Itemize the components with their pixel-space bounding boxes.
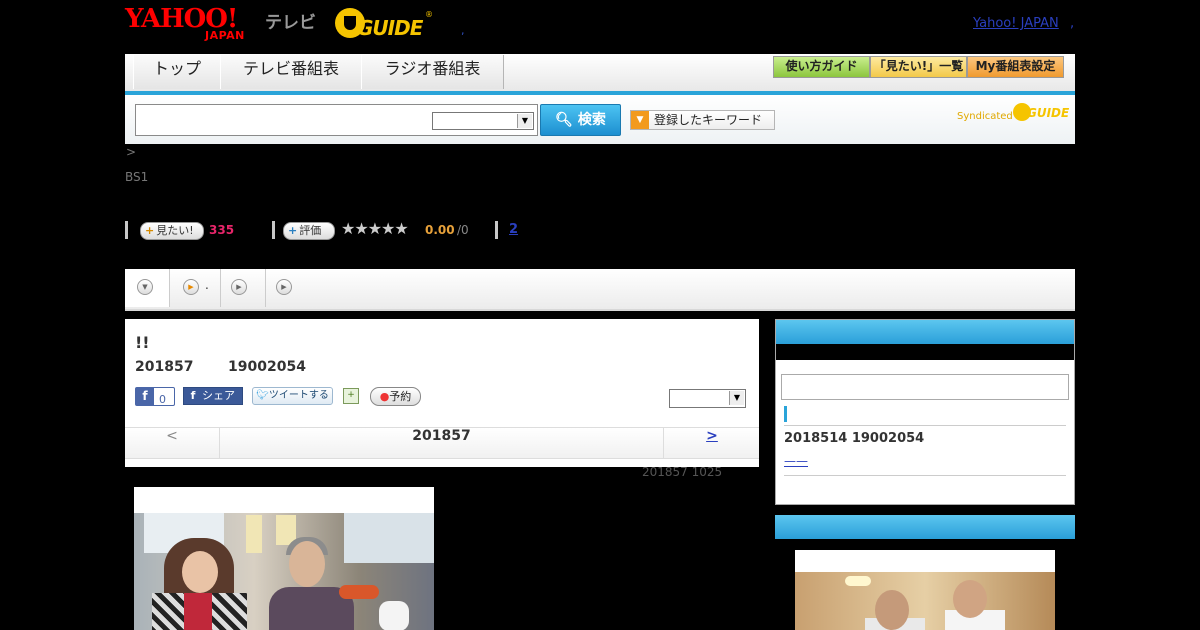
tweet-button-label: ツイートする	[268, 390, 329, 401]
tweet-button[interactable]: 🐦︎ツイートする	[252, 387, 333, 405]
tab-tv-listings[interactable]: テレビ番組表	[220, 55, 362, 89]
facebook-like-button[interactable]: f0	[135, 387, 175, 406]
divider	[784, 475, 1066, 476]
current-date: 201857	[412, 428, 471, 444]
plus-icon: +	[288, 224, 298, 237]
sidebar-input[interactable]	[781, 374, 1069, 400]
plus-icon: +	[145, 224, 155, 237]
breadcrumb[interactable]: >	[126, 145, 136, 159]
search-button-label: 検索	[577, 112, 606, 128]
channel-name: BS1	[125, 170, 149, 184]
next-day-button[interactable]: >	[663, 428, 760, 458]
play-icon: ▶	[183, 279, 199, 295]
updated-timestamp: 201857 1025	[642, 465, 723, 479]
facebook-share-button[interactable]: f シェア	[183, 387, 243, 405]
tv-label: テレビ	[265, 13, 316, 33]
star-rating-icon: ★★★★★	[341, 219, 409, 238]
date-navigation: < 201857 >	[125, 427, 759, 459]
panel-select[interactable]: ▼	[669, 389, 746, 408]
want-list-button[interactable]: 「見たい!」一覧	[870, 56, 967, 78]
program-tabstrip: ▼ ▶ ▶ ▶	[125, 269, 1075, 311]
program-date: 201857	[135, 359, 194, 375]
rating-count: /0	[457, 223, 469, 237]
play-icon: ▶	[231, 279, 247, 295]
program-time: 19002054	[228, 359, 306, 375]
facebook-icon: f	[190, 389, 196, 402]
gguide-logo[interactable]: GUIDE ®	[335, 8, 433, 40]
sidebar-header	[775, 515, 1075, 539]
thumbs-up-icon: f	[136, 388, 154, 405]
tab-second-label: .	[205, 278, 209, 292]
chevron-down-icon: ▼	[729, 391, 744, 405]
program-detail-panel: !! 201857 19002054 f0 f シェア 🐦︎ツイートする + ●予…	[125, 319, 759, 467]
related-programs-box: 2018514 19002054 ——	[775, 319, 1075, 505]
yahoo-japan-link[interactable]: Yahoo! JAPAN	[973, 16, 1059, 31]
search-icon: 🔍︎	[555, 112, 573, 128]
reserve-button-label: 予約	[389, 390, 412, 403]
japan-logo-text: JAPAN	[205, 29, 245, 42]
program-image-box	[134, 487, 434, 630]
syndicated-logo-text: GUIDE	[1027, 106, 1070, 120]
registered-mark: ®	[425, 10, 433, 19]
triangle-down-icon: ▼	[631, 111, 649, 129]
record-dot-icon: ●	[379, 390, 390, 403]
section-marker	[784, 406, 787, 422]
twitter-bird-icon: 🐦︎	[256, 390, 269, 401]
gguide-logo-text: GUIDE	[357, 16, 423, 40]
tab-second[interactable]: ▶	[170, 269, 221, 307]
search-area: ▼ 🔍︎ 検索 ▼ 登録したキーワード Syndicated GUIDE	[125, 95, 1075, 144]
sidebar-header	[776, 320, 1074, 344]
tab-fourth[interactable]: ▶	[266, 269, 310, 307]
tab-program-info[interactable]: ▼	[125, 269, 170, 307]
usage-guide-button[interactable]: 使い方ガイド	[773, 56, 870, 78]
header-dot: ,	[461, 24, 465, 37]
play-icon: ▶	[276, 279, 292, 295]
rating-score: 0.00	[425, 223, 455, 237]
search-button[interactable]: 🔍︎ 検索	[540, 104, 621, 136]
feature-photo[interactable]	[795, 550, 1055, 630]
review-count-link[interactable]: 2	[509, 222, 518, 237]
triangle-down-icon: ▼	[137, 279, 153, 295]
genre-select[interactable]: ▼	[432, 112, 534, 130]
global-nav: トップ テレビ番組表 ラジオ番組表 使い方ガイド 「見たい!」一覧 My番組表設…	[125, 54, 1075, 144]
tab-third[interactable]: ▶	[221, 269, 266, 307]
divider	[495, 221, 498, 239]
want-count: 335	[209, 223, 235, 237]
sidebar-feature-box	[775, 515, 1075, 630]
divider	[272, 221, 275, 239]
tab-radio-listings[interactable]: ラジオ番組表	[361, 55, 504, 89]
related-program-link[interactable]: ——	[784, 454, 808, 468]
program-photo	[134, 513, 434, 630]
header-comma: ,	[1070, 16, 1075, 31]
previous-day-button[interactable]: <	[125, 428, 220, 458]
program-title: !!	[135, 333, 150, 352]
facebook-like-count: 0	[159, 393, 166, 406]
registered-keywords-button[interactable]: ▼ 登録したキーワード	[630, 110, 775, 130]
syndicated-label: Syndicated	[957, 111, 1013, 122]
divider	[784, 425, 1066, 426]
my-listings-settings-button[interactable]: My番組表設定	[967, 56, 1064, 78]
registered-keywords-label: 登録したキーワード	[654, 113, 763, 127]
reserve-button[interactable]: ●予約	[370, 387, 421, 406]
facebook-share-label: シェア	[202, 389, 235, 402]
related-program-date: 2018514 19002054	[784, 431, 925, 446]
want-button-label: 見たい!	[156, 224, 194, 237]
yahoo-japan-logo[interactable]: YAHOO! JAPAN	[125, 5, 263, 42]
want-button[interactable]: + 見たい!	[140, 222, 204, 240]
nav-tab-bar: トップ テレビ番組表 ラジオ番組表 使い方ガイド 「見たい!」一覧 My番組表設…	[125, 54, 1075, 95]
add-calendar-icon[interactable]: +	[343, 388, 359, 404]
syndicated-gguide-logo: GUIDE	[1013, 103, 1070, 125]
divider	[125, 221, 128, 239]
rate-button-label: 評価	[299, 224, 322, 237]
chevron-down-icon: ▼	[517, 114, 532, 128]
tab-top[interactable]: トップ	[133, 55, 221, 89]
rate-button[interactable]: + 評価	[283, 222, 335, 240]
